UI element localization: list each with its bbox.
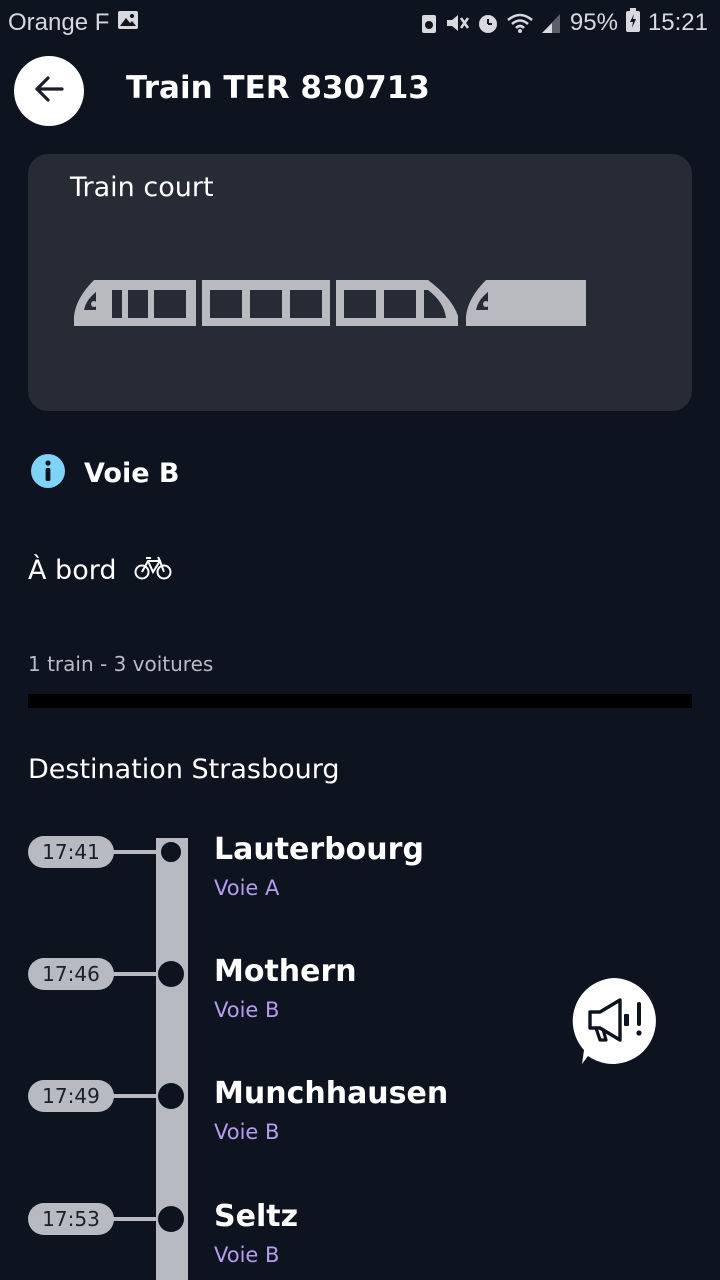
timeline-dot [158, 1206, 184, 1232]
train-unit-second [466, 280, 586, 326]
stop-name: Munchhausen [214, 1076, 449, 1111]
divider [28, 694, 692, 708]
stop-item[interactable]: 17:53 Seltz Voie B [0, 1199, 720, 1280]
wifi-icon [506, 12, 534, 34]
image-icon [117, 9, 139, 37]
train-length-label: Train court [70, 172, 214, 203]
megaphone-icon [570, 978, 660, 1070]
timeline-connector [112, 1094, 162, 1098]
alarm-clock-icon [476, 11, 500, 35]
onboard-services: À bord [28, 552, 172, 588]
stop-time-badge: 17:49 [28, 1080, 114, 1112]
timeline-connector [112, 850, 162, 854]
train-car-rear [336, 280, 458, 326]
train-car-middle [202, 280, 330, 326]
train-car-front [74, 280, 196, 326]
back-button[interactable] [14, 56, 84, 126]
stop-name: Lauterbourg [214, 832, 424, 867]
timeline-dot [158, 1083, 184, 1109]
alarm-lock-icon [420, 12, 438, 34]
signal-icon [540, 12, 562, 34]
timeline-connector [112, 1217, 162, 1221]
status-bar: Orange F 95% 15:21 [0, 0, 720, 46]
train-composition-card: Train court [28, 154, 692, 411]
stop-time-badge: 17:53 [28, 1203, 114, 1235]
stop-platform: Voie B [214, 1120, 280, 1144]
bicycle-icon [134, 555, 172, 585]
timeline-dot [158, 961, 184, 987]
onboard-label: À bord [28, 554, 117, 586]
train-composition-text: 1 train - 3 voitures [28, 652, 214, 676]
stop-item[interactable]: 17:49 Munchhausen Voie B [0, 1076, 720, 1160]
mute-vibrate-icon [444, 12, 470, 34]
battery-charging-icon [625, 7, 640, 39]
clock-time: 15:21 [647, 9, 708, 36]
stop-platform: Voie B [214, 998, 280, 1022]
platform-info: Voie B [30, 454, 180, 492]
stop-item[interactable]: 17:41 Lauterbourg Voie A [0, 832, 720, 916]
stop-platform: Voie B [214, 1243, 280, 1267]
status-left: Orange F [8, 9, 139, 37]
stop-name: Seltz [214, 1199, 299, 1234]
train-composition-illustration [72, 278, 592, 332]
stop-time-badge: 17:41 [28, 836, 114, 868]
status-icons [420, 11, 562, 35]
stop-time-badge: 17:46 [28, 958, 114, 990]
timeline-dot [158, 839, 184, 865]
page-title: Train TER 830713 [126, 70, 430, 106]
status-right: 95% 15:21 [420, 7, 708, 39]
battery-percent: 95% [569, 9, 618, 36]
timeline-connector [112, 972, 162, 976]
info-icon [30, 453, 66, 493]
stop-name: Mothern [214, 954, 357, 989]
carrier-name: Orange F [8, 9, 110, 36]
arrow-left-icon [34, 76, 64, 106]
platform-label: Voie B [84, 457, 180, 489]
report-issue-button[interactable] [570, 976, 660, 1066]
stop-platform: Voie A [214, 876, 280, 900]
destination-title: Destination Strasbourg [28, 754, 340, 785]
